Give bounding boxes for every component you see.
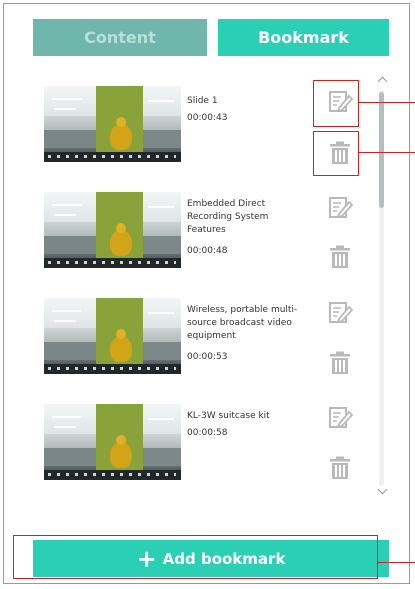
trash-icon[interactable] <box>327 244 353 270</box>
bookmark-time: 00:00:53 <box>187 352 228 362</box>
bookmark-title: Wireless, portable multi- source broadca… <box>187 305 298 341</box>
bookmark-time: 00:00:58 <box>187 428 228 438</box>
edit-icon[interactable] <box>327 299 353 325</box>
bookmark-title: KL-3W suitcase kit <box>187 411 270 421</box>
edit-icon[interactable] <box>327 404 353 430</box>
add-bookmark-callout-line <box>378 562 415 563</box>
tab-content[interactable]: Content <box>33 19 207 56</box>
edit-callout-line <box>359 102 415 103</box>
tab-bookmark[interactable]: Bookmark <box>218 19 389 56</box>
scroll-up-icon[interactable] <box>377 76 388 87</box>
list-item[interactable]: KL-3W suitcase kit 00:00:58 <box>44 396 374 480</box>
bookmark-thumbnail[interactable] <box>44 86 181 162</box>
trash-icon[interactable] <box>327 350 353 376</box>
delete-highlight-box <box>313 131 359 176</box>
add-bookmark-highlight-box <box>13 535 378 579</box>
bookmark-title: Embedded Direct Recording System Feature… <box>187 199 269 235</box>
scroll-thumb[interactable] <box>379 92 384 208</box>
bookmark-thumbnail[interactable] <box>44 298 181 374</box>
bookmark-time: 00:00:48 <box>187 246 228 256</box>
bookmark-title: Slide 1 <box>187 96 218 106</box>
edit-icon[interactable] <box>327 194 353 220</box>
scroll-down-icon[interactable] <box>377 484 388 495</box>
delete-callout-line <box>359 152 415 153</box>
bookmark-thumbnail[interactable] <box>44 404 181 480</box>
edit-highlight-box <box>313 80 359 127</box>
scrollbar[interactable] <box>377 76 388 498</box>
list-item[interactable]: Wireless, portable multi- source broadca… <box>44 290 374 374</box>
bookmark-thumbnail[interactable] <box>44 192 181 268</box>
trash-icon[interactable] <box>327 455 353 481</box>
bookmark-time: 00:00:43 <box>187 113 228 123</box>
list-item[interactable]: Embedded Direct Recording System Feature… <box>44 184 374 268</box>
